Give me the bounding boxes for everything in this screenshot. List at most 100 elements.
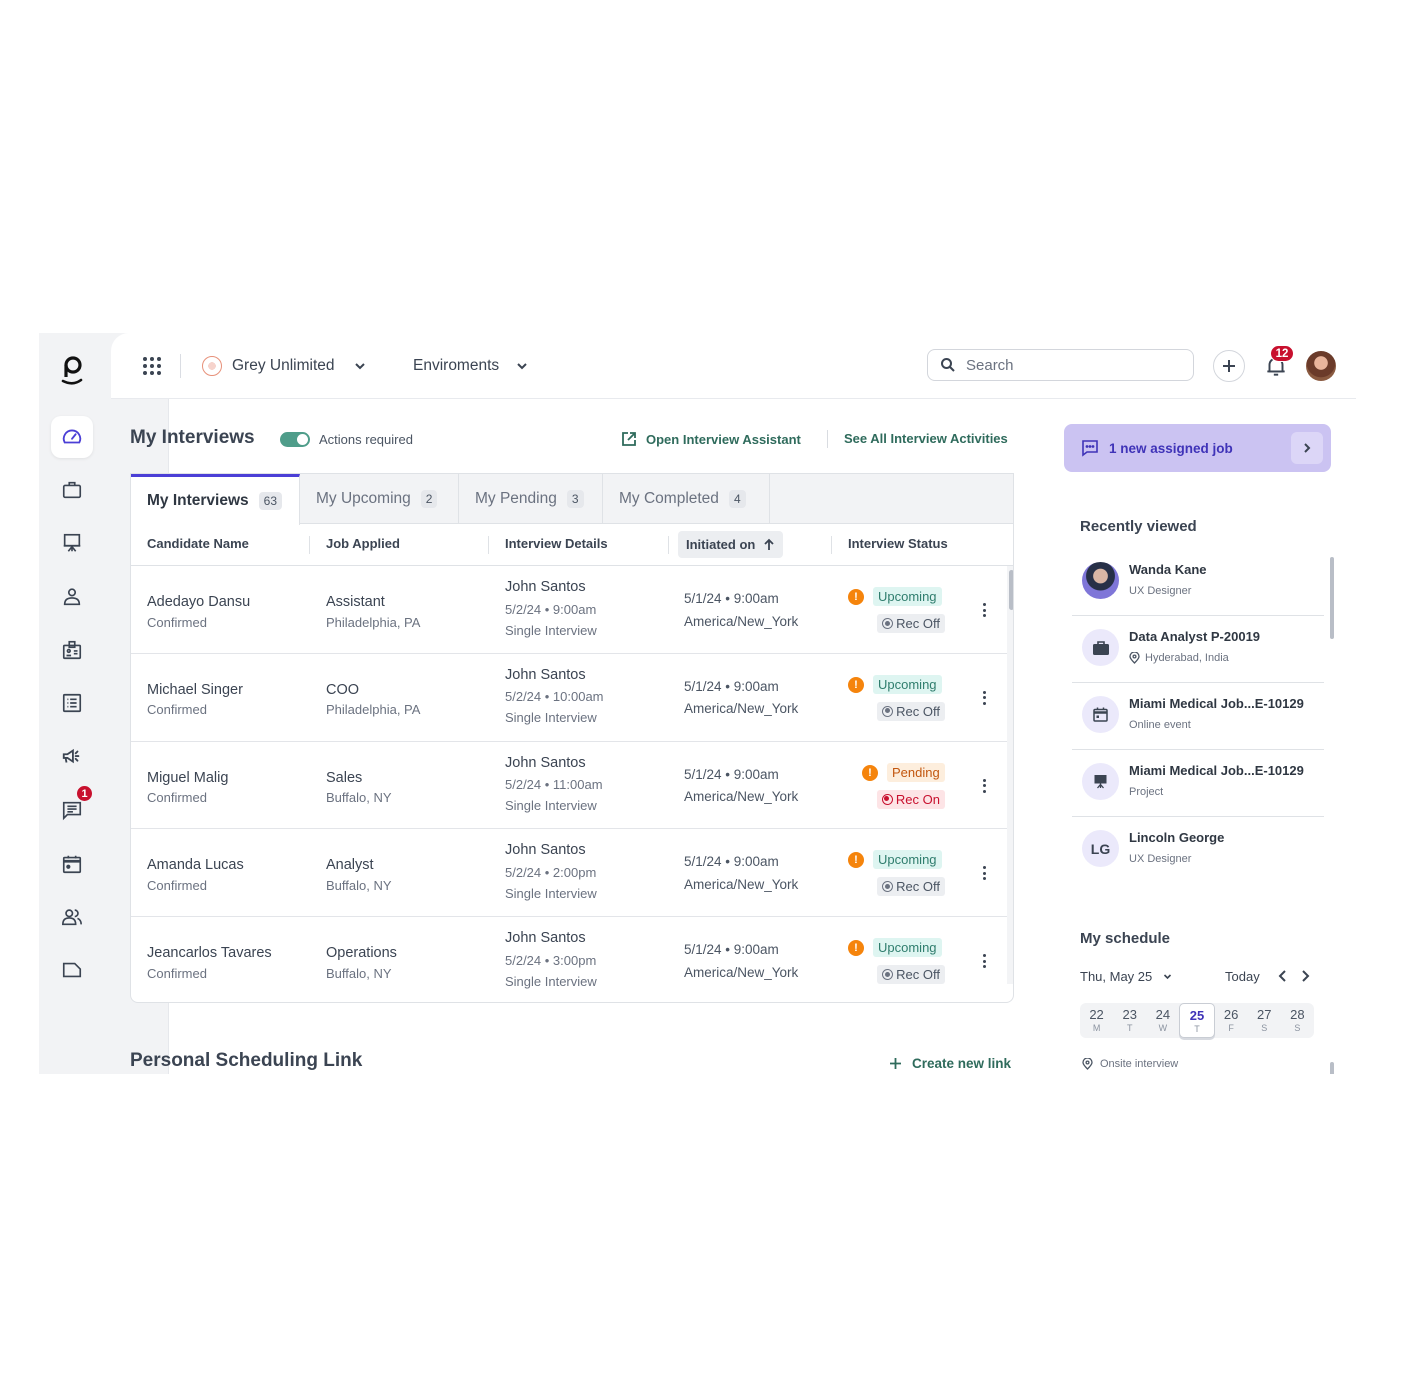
recording-label: Rec Off — [896, 616, 940, 631]
open-interview-assistant-link[interactable]: Open Interview Assistant — [621, 431, 801, 447]
candidate-name[interactable]: Michael Singer — [147, 682, 243, 698]
briefcase-icon — [1092, 640, 1109, 655]
row-menu-button[interactable] — [976, 688, 992, 708]
tab-my-interviews[interactable]: My Interviews 63 — [131, 474, 300, 525]
week-day[interactable]: 22 M — [1080, 1003, 1113, 1038]
recently-viewed-item[interactable]: Miami Medical Job...E-10129 Online event — [1072, 683, 1324, 750]
column-interview-details[interactable]: Interview Details — [505, 536, 608, 551]
table-scrollbar-thumb[interactable] — [1009, 570, 1013, 610]
table-row[interactable]: Miguel Malig Confirmed Sales Buffalo, NY Joh… — [131, 742, 1007, 830]
apps-grid-icon[interactable] — [141, 355, 163, 377]
tab-label: My Interviews — [147, 492, 249, 509]
sidebar-item-projects[interactable] — [51, 522, 93, 564]
interviewer-name: John Santos — [505, 930, 586, 947]
recording-label: Rec Off — [896, 879, 940, 895]
recently-viewed-item[interactable]: Data Analyst P-20019 Hyderabad, India — [1072, 616, 1324, 683]
tab-my-completed[interactable]: My Completed 4 — [603, 474, 770, 524]
sidebar-item-calendar[interactable] — [51, 843, 93, 885]
recently-viewed-item[interactable]: Miami Medical Job...E-10129 Project — [1072, 750, 1324, 817]
week-day[interactable]: 23 T — [1113, 1003, 1146, 1038]
column-initiated-on[interactable]: Initiated on — [678, 531, 784, 558]
external-link-icon — [622, 432, 636, 446]
table-row[interactable]: Adedayo Dansu Confirmed Assistant Philadelp… — [131, 566, 1007, 654]
schedule-date-picker[interactable]: Thu, May 25 — [1080, 969, 1173, 984]
tab-count: 3 — [566, 490, 584, 508]
presentation-icon — [63, 533, 81, 552]
chevron-down-icon — [517, 363, 527, 370]
week-day[interactable]: 24 W — [1146, 1003, 1179, 1038]
recently-viewed-item[interactable]: Wanda Kane UX Designer — [1072, 549, 1324, 616]
assigned-job-arrow-button[interactable] — [1291, 432, 1323, 464]
week-day[interactable]: 28 S — [1281, 1003, 1314, 1038]
day-number: 26 — [1223, 1007, 1239, 1022]
row-menu-button[interactable] — [976, 600, 992, 620]
chevron-right-icon[interactable] — [1297, 968, 1313, 984]
sidebar-item-jobs[interactable] — [51, 469, 93, 511]
sidebar-item-campaigns[interactable] — [51, 736, 93, 778]
row-menu-button[interactable] — [976, 863, 992, 883]
sidebar-item-notes[interactable] — [51, 949, 93, 991]
table-row[interactable]: Amanda Lucas Confirmed Analyst Buffalo, NY J… — [131, 829, 1007, 918]
candidate-name[interactable]: Miguel Malig — [147, 770, 228, 786]
table-row[interactable]: Michael Singer Confirmed COO Philadelphia, … — [131, 654, 1007, 742]
sidebar-item-messages[interactable]: 1 — [51, 785, 93, 831]
row-menu-button[interactable] — [976, 776, 992, 796]
initiated-time: 5/1/24 • 9:00am — [684, 942, 779, 958]
recently-viewed-item[interactable]: LG Lincoln George UX Designer — [1072, 817, 1324, 884]
candidate-name[interactable]: Amanda Lucas — [147, 857, 244, 873]
chevron-down-icon — [1164, 974, 1172, 980]
add-button[interactable] — [1213, 350, 1245, 382]
search-input[interactable] — [966, 356, 1166, 374]
project-icon-circle — [1082, 763, 1119, 800]
schedule-scrollbar[interactable] — [1330, 1062, 1334, 1074]
recently-viewed-scrollbar[interactable] — [1330, 557, 1334, 639]
week-day[interactable]: 25 T — [1179, 1003, 1215, 1038]
job-title: Analyst — [326, 857, 374, 874]
app-logo[interactable] — [59, 353, 87, 387]
week-day[interactable]: 27 S — [1248, 1003, 1281, 1038]
top-bar: Grey Unlimited Enviroments 12 — [111, 333, 1356, 399]
sidebar-item-users[interactable] — [51, 896, 93, 938]
environments-selector[interactable]: Enviroments — [413, 354, 529, 378]
org-selector[interactable]: Grey Unlimited — [202, 354, 367, 378]
create-new-link-button[interactable]: Create new link — [889, 1056, 1011, 1071]
week-day[interactable]: 26 F — [1215, 1003, 1248, 1038]
user-avatar[interactable] — [1306, 351, 1336, 381]
sidebar-item-badge[interactable] — [51, 629, 93, 671]
tab-my-upcoming[interactable]: My Upcoming 2 — [300, 474, 459, 524]
record-icon — [882, 969, 894, 981]
job-title: Sales — [326, 769, 363, 786]
sidebar-item-candidates[interactable] — [51, 576, 93, 618]
candidate-name[interactable]: Jeancarlos Tavares — [147, 945, 272, 961]
column-job-applied[interactable]: Job Applied — [326, 536, 400, 551]
initials-avatar: LG — [1082, 830, 1119, 867]
today-button[interactable]: Today — [1225, 969, 1260, 984]
recording-badge: Rec Off — [877, 965, 945, 985]
org-name: Grey Unlimited — [232, 357, 335, 374]
candidate-status: Confirmed — [147, 965, 207, 981]
see-all-activities-link[interactable]: See All Interview Activities — [844, 431, 1008, 446]
actions-required-toggle[interactable] — [280, 432, 310, 447]
column-interview-status[interactable]: Interview Status — [848, 536, 948, 551]
column-candidate-name[interactable]: Candidate Name — [147, 536, 249, 551]
interview-details-cell: John Santos 5/2/24 • 11:00am Single Interv… — [505, 755, 603, 812]
search-box[interactable] — [927, 349, 1194, 381]
recent-item-subtitle-text: Online event — [1129, 719, 1191, 731]
recording-label: Rec Off — [896, 967, 940, 983]
day-letter: M — [1092, 1023, 1101, 1033]
schedule-event[interactable]: Onsite interview — [1082, 1058, 1178, 1070]
row-menu-button[interactable] — [976, 951, 992, 971]
interviewer-name: John Santos — [505, 579, 586, 595]
table-row[interactable]: Jeancarlos Tavares Confirmed Operations Buf… — [131, 917, 1007, 1002]
table-body: Adedayo Dansu Confirmed Assistant Philadelp… — [131, 566, 1007, 1002]
new-assigned-job-banner[interactable]: 1 new assigned job — [1064, 424, 1331, 472]
day-letter: T — [1126, 1023, 1133, 1033]
chevron-left-icon[interactable] — [1275, 968, 1291, 984]
candidate-name[interactable]: Adedayo Dansu — [147, 594, 250, 610]
job-cell: Sales Buffalo, NY — [326, 769, 392, 804]
sidebar-item-lists[interactable] — [51, 682, 93, 724]
tab-my-pending[interactable]: My Pending 3 — [459, 474, 603, 524]
alert-icon: ! — [862, 764, 878, 781]
table-scrollbar[interactable] — [1007, 566, 1013, 984]
sidebar-item-dashboard[interactable] — [51, 416, 93, 458]
